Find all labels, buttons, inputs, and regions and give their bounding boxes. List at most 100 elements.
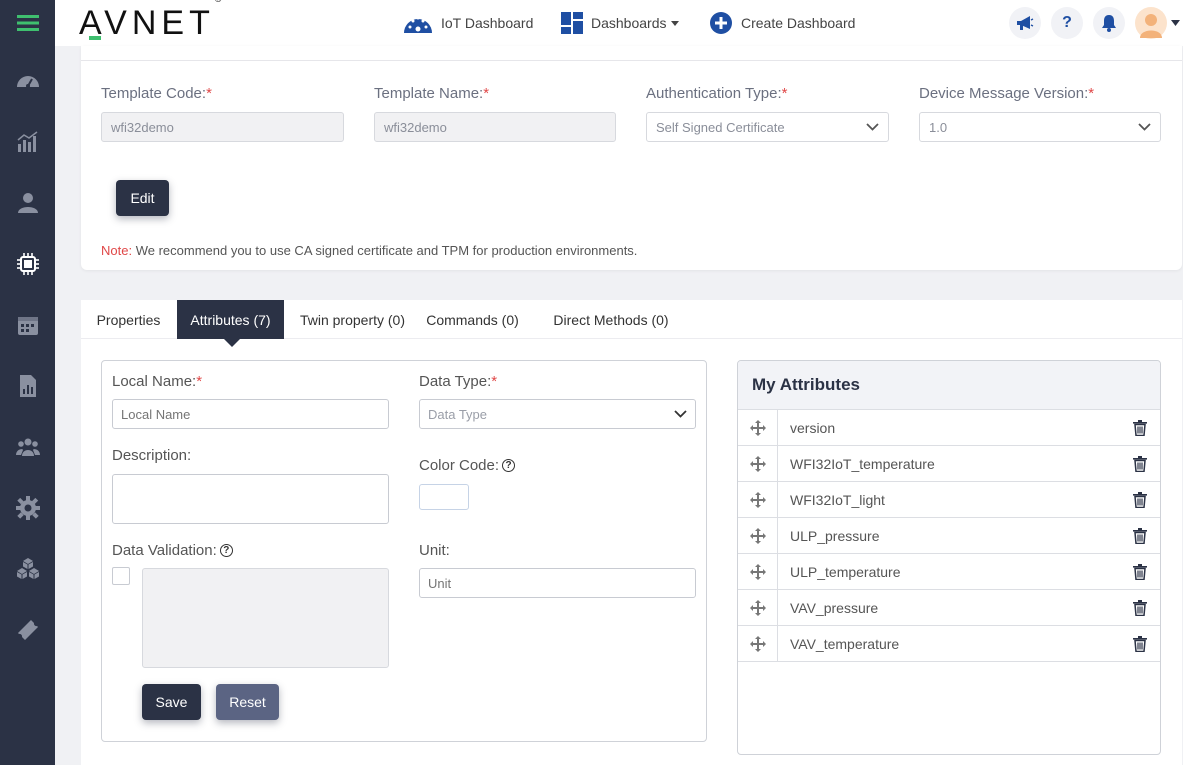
nav-dashboards-dropdown[interactable]: Dashboards (561, 10, 679, 36)
help-button[interactable]: ? (1051, 7, 1083, 39)
attribute-name: VAV_pressure (790, 599, 879, 616)
card-header-divider (81, 60, 1182, 64)
message-version-label: Device Message Version:* (919, 85, 1095, 102)
attribute-row[interactable]: VAV_pressure (738, 589, 1160, 626)
color-code-label: Color Code:? (419, 457, 516, 474)
attribute-row[interactable]: ULP_pressure (738, 517, 1160, 554)
attribute-row[interactable]: version (738, 409, 1160, 446)
auth-type-select[interactable]: Self Signed Certificate (646, 112, 889, 142)
notifications-button[interactable] (1093, 7, 1125, 39)
drag-move-icon[interactable] (738, 553, 778, 590)
data-type-select[interactable]: Data Type (419, 399, 696, 429)
attribute-row[interactable]: WFI32IoT_light (738, 481, 1160, 518)
trash-icon[interactable] (1120, 563, 1160, 580)
user-avatar[interactable] (1135, 7, 1167, 39)
trash-icon[interactable] (1120, 635, 1160, 652)
megaphone-icon (1017, 16, 1034, 30)
template-tabs-card: Properties Attributes (7) Twin property … (81, 300, 1182, 765)
drag-move-icon[interactable] (738, 481, 778, 518)
drag-move-icon[interactable] (738, 409, 778, 446)
caret-down-icon (670, 20, 679, 26)
chevron-down-icon (674, 410, 687, 418)
help-circle-icon[interactable]: ? (502, 458, 516, 472)
data-validation-label: Data Validation:? (112, 542, 233, 559)
tab-commands[interactable]: Commands (0) (424, 300, 521, 339)
dashboards-grid-icon (561, 12, 583, 34)
user-icon[interactable] (0, 183, 55, 223)
announcements-button[interactable] (1009, 7, 1041, 39)
account-caret-icon[interactable] (1171, 20, 1180, 26)
attribute-name: VAV_temperature (790, 635, 900, 652)
trash-icon[interactable] (1120, 455, 1160, 472)
top-bar: AVNET® IoT Dashboard Dashboards Create D… (55, 0, 1183, 46)
tab-properties[interactable]: Properties (81, 300, 176, 339)
attribute-name: version (790, 419, 836, 436)
attribute-row[interactable]: WFI32IoT_temperature (738, 445, 1160, 482)
save-button[interactable]: Save (142, 684, 201, 720)
trash-icon[interactable] (1120, 599, 1160, 616)
calendar-icon[interactable] (0, 305, 55, 345)
reset-button[interactable]: Reset (216, 684, 279, 720)
description-label: Description: (112, 447, 192, 464)
attribute-name: WFI32IoT_temperature (790, 455, 935, 472)
attribute-list: version WFI32IoT_temperature WFI32IoT_ligh… (738, 409, 1160, 662)
gauge-icon (404, 16, 432, 33)
question-icon: ? (1062, 14, 1072, 31)
nav-create-dashboard-label: Create Dashboard (741, 15, 856, 31)
description-textarea[interactable] (112, 474, 389, 524)
tab-attributes[interactable]: Attributes (7) (177, 300, 284, 339)
logo-accent (89, 36, 101, 40)
attribute-row[interactable]: VAV_temperature (738, 625, 1160, 662)
data-validation-checkbox[interactable] (112, 567, 130, 585)
trash-icon[interactable] (1120, 527, 1160, 544)
trash-icon[interactable] (1120, 419, 1160, 436)
sidebar (0, 0, 55, 765)
unit-input[interactable] (419, 568, 696, 598)
template-details-card: Template Code:* wfi32demo Template Name:… (81, 46, 1182, 270)
avatar-icon (1140, 14, 1162, 38)
attribute-name: ULP_pressure (790, 527, 880, 544)
help-circle-icon[interactable]: ? (219, 543, 233, 557)
tab-twin-property[interactable]: Twin property (0) (288, 300, 417, 339)
active-tab-indicator (224, 339, 240, 347)
data-type-placeholder: Data Type (428, 406, 488, 422)
edit-button[interactable]: Edit (116, 180, 169, 216)
drag-move-icon[interactable] (738, 625, 778, 662)
users-group-icon[interactable] (0, 427, 55, 467)
auth-type-value: Self Signed Certificate (656, 119, 785, 135)
analytics-chart-icon[interactable] (0, 122, 55, 162)
unit-label: Unit: (419, 542, 450, 559)
chevron-down-icon (1138, 123, 1151, 131)
my-attributes-panel: My Attributes version WFI32IoT_temperatur… (737, 360, 1161, 755)
dashboard-gauge-icon[interactable] (0, 61, 55, 101)
data-type-label: Data Type:* (419, 373, 498, 390)
trash-icon[interactable] (1120, 491, 1160, 508)
message-version-select[interactable]: 1.0 (919, 112, 1161, 142)
chevron-down-icon (866, 123, 879, 131)
attribute-name: WFI32IoT_light (790, 491, 885, 508)
attribute-row[interactable]: ULP_temperature (738, 553, 1160, 590)
local-name-input[interactable] (112, 399, 389, 429)
attribute-form: Local Name:* Data Type:* Data Type Descr… (101, 360, 707, 742)
drag-move-icon[interactable] (738, 517, 778, 554)
device-chip-icon[interactable] (0, 244, 55, 284)
bell-icon (1102, 15, 1116, 32)
color-code-picker[interactable] (419, 484, 469, 510)
drag-move-icon[interactable] (738, 445, 778, 482)
local-name-label: Local Name:* (112, 373, 203, 390)
cubes-icon[interactable] (0, 549, 55, 589)
tab-bar: Properties Attributes (7) Twin property … (81, 300, 1182, 339)
drag-move-icon[interactable] (738, 589, 778, 626)
report-icon[interactable] (0, 366, 55, 406)
nav-create-dashboard[interactable]: Create Dashboard (709, 10, 855, 36)
nav-iot-dashboard-label: IoT Dashboard (441, 15, 534, 31)
settings-gear-icon[interactable] (0, 488, 55, 528)
nav-dashboards-label: Dashboards (591, 15, 667, 31)
nav-iot-dashboard[interactable]: IoT Dashboard (403, 10, 533, 36)
tab-direct-methods[interactable]: Direct Methods (0) (542, 300, 680, 339)
template-code-field: wfi32demo (101, 112, 344, 142)
menu-toggle-icon[interactable] (0, 3, 55, 43)
ticket-icon[interactable] (0, 610, 55, 650)
auth-type-label: Authentication Type:* (646, 85, 788, 102)
certificate-note: Note: We recommend you to use CA signed … (101, 243, 638, 258)
